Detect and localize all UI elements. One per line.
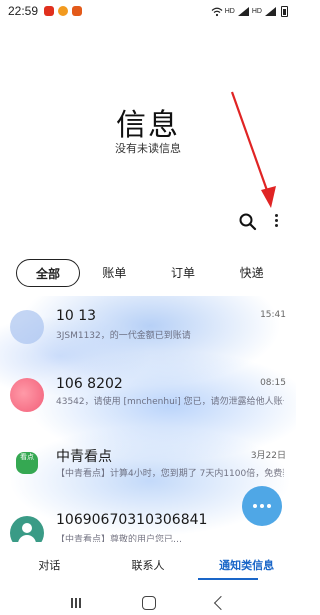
conversation-row[interactable]: 10 13 15:41 3JSM1132，的一代金额已到账请 bbox=[0, 296, 296, 356]
page-title: 信息 bbox=[116, 108, 180, 143]
tab-all[interactable]: 全部 bbox=[16, 259, 80, 287]
wifi-icon bbox=[211, 7, 223, 16]
notification-app-icon bbox=[58, 6, 69, 16]
avatar bbox=[10, 310, 44, 344]
more-options-button[interactable] bbox=[270, 212, 282, 232]
tab-orders[interactable]: 订单 bbox=[149, 259, 218, 287]
notification-app-icon bbox=[72, 6, 83, 16]
back-icon[interactable] bbox=[213, 595, 229, 610]
recent-apps-icon[interactable] bbox=[70, 597, 82, 609]
signal-icon bbox=[237, 6, 249, 16]
tab-notifications[interactable]: 通知类信息 bbox=[197, 552, 296, 580]
app-avatar: 看点 bbox=[16, 452, 38, 474]
hd-label: HD bbox=[224, 7, 235, 15]
tab-bills[interactable]: 账单 bbox=[80, 259, 149, 287]
conversation-title: 1069067031030684​1 bbox=[56, 512, 208, 528]
status-indicators: HD HD bbox=[211, 5, 288, 17]
tab-delivery[interactable]: 快递 bbox=[217, 259, 286, 287]
conversation-time: 3月22日 bbox=[250, 451, 286, 461]
battery-icon bbox=[281, 5, 288, 17]
status-time: 22:59 bbox=[8, 4, 39, 18]
status-bar: 22:59 HD HD bbox=[0, 0, 296, 22]
tab-contacts[interactable]: 联系人 bbox=[99, 552, 198, 580]
conversation-row[interactable]: 106 8202 08:15 43542，请使用 [mnchenhui] 您已，… bbox=[0, 366, 296, 426]
system-nav-bar bbox=[0, 590, 296, 615]
bottom-tabs: 对话 联系人 通知类信息 bbox=[0, 552, 296, 580]
conversation-title: 106 8202 bbox=[56, 376, 123, 392]
conversation-preview: 43542，请使用 [mnchenhui] 您已，请勿泄露给他人账号安全。 bbox=[56, 397, 284, 407]
conversation-preview: 3JSM1132，的一代金额已到账请 bbox=[56, 331, 191, 341]
signal-icon-2 bbox=[265, 6, 276, 16]
conversation-preview: 【中青看点】计算4小时，您到期了 7天内1100倍，免费获了，的可提现… bbox=[56, 469, 284, 479]
conversation-title: 10 13 bbox=[56, 308, 97, 324]
category-tabs: 全部 账单 订单 快递 bbox=[16, 258, 286, 288]
avatar-badge-text: 看点 bbox=[20, 453, 34, 461]
tab-conversations[interactable]: 对话 bbox=[0, 552, 99, 580]
notification-app-icon bbox=[44, 6, 55, 16]
search-icon bbox=[239, 213, 257, 231]
avatar bbox=[10, 378, 44, 412]
conversation-time: 15:41 bbox=[260, 310, 286, 320]
more-vertical-icon bbox=[270, 214, 282, 227]
conversation-time: 08:15 bbox=[260, 378, 286, 388]
contact-avatar-icon bbox=[10, 516, 44, 542]
conversation-preview: 【中青看点】尊敬的用户您已… bbox=[56, 535, 183, 542]
search-button[interactable] bbox=[238, 212, 258, 232]
compose-button[interactable] bbox=[242, 486, 282, 526]
page-subtitle: 没有未读信息 bbox=[115, 142, 181, 155]
conversation-title: 中青看点 bbox=[56, 449, 112, 465]
home-icon[interactable] bbox=[142, 595, 156, 610]
active-tab-indicator bbox=[198, 578, 258, 580]
hd-label-2: HD bbox=[251, 7, 262, 15]
